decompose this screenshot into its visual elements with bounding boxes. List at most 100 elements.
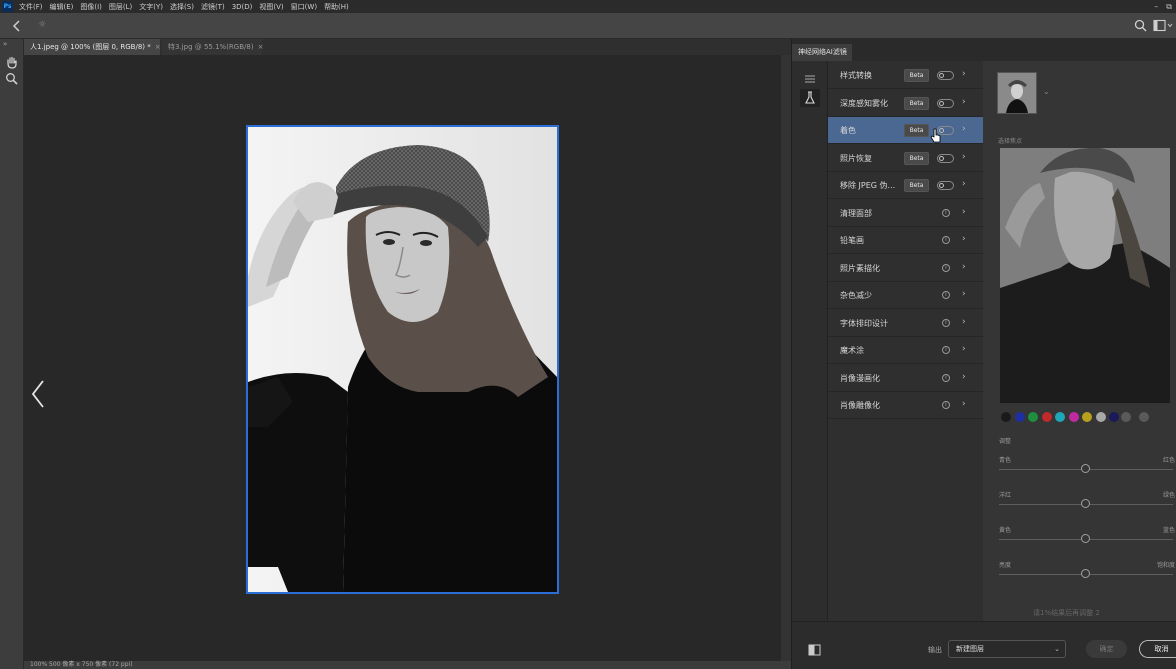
info-icon[interactable]: i — [942, 346, 950, 354]
chevron-left-icon[interactable] — [30, 379, 46, 409]
collapse-toolbar-icon[interactable]: » — [3, 40, 7, 48]
filter-toggle[interactable] — [937, 98, 954, 108]
workspace-icon[interactable] — [1153, 19, 1173, 32]
slider-thumb[interactable] — [1081, 499, 1090, 508]
filter-row[interactable]: 着色 Beta › — [828, 117, 983, 144]
slider-left-label: 青色 — [999, 457, 1012, 464]
document-image[interactable] — [246, 125, 559, 594]
info-icon[interactable]: i — [942, 263, 950, 272]
filter-row[interactable]: 铅笔画 i › — [828, 227, 983, 254]
chevron-right-icon[interactable]: › — [962, 399, 966, 409]
before-after-icon[interactable] — [808, 644, 821, 656]
info-icon[interactable]: i — [942, 291, 950, 299]
flask-icon[interactable] — [800, 89, 820, 107]
filter-row[interactable]: 肖像漫画化 i › — [828, 365, 983, 392]
chevron-right-icon[interactable]: › — [962, 97, 966, 107]
chevron-right-icon[interactable]: › — [962, 207, 966, 217]
slider-thumb[interactable] — [1081, 534, 1090, 543]
beta-badge: Beta — [904, 124, 929, 137]
info-icon[interactable]: i — [942, 401, 950, 409]
menu-view[interactable]: 视图(V) — [259, 2, 283, 12]
minimize-button[interactable]: – — [1154, 2, 1158, 11]
tab-document-2[interactable]: 特3.jpg @ 55.1%(RGB/8) × — [162, 39, 264, 55]
menu-type[interactable]: 文字(Y) — [139, 2, 163, 12]
cancel-button[interactable]: 取消 — [1139, 640, 1176, 658]
filter-name: 移除 JPEG 伪... — [840, 181, 896, 190]
menu-edit[interactable]: 编辑(E) — [50, 2, 74, 12]
info-icon[interactable]: i — [942, 318, 950, 327]
vertical-scrollbar[interactable] — [781, 55, 791, 661]
ok-button[interactable]: 确定 — [1086, 640, 1127, 658]
chevron-right-icon[interactable]: › — [962, 69, 966, 79]
toggle-knob — [939, 183, 944, 188]
chevron-right-icon[interactable]: › — [962, 234, 966, 244]
filter-row[interactable]: 清理面部 i › — [828, 200, 983, 227]
chevron-right-icon[interactable]: › — [962, 262, 966, 272]
slider-right-label: 红色 — [1162, 457, 1175, 464]
filter-row[interactable]: 杂色减少 i › — [828, 282, 983, 309]
photoshop-logo: Ps — [2, 1, 13, 12]
restore-button[interactable]: ⧉ — [1166, 2, 1172, 12]
chevron-right-icon[interactable]: › — [962, 317, 966, 327]
info-icon[interactable]: i — [942, 208, 950, 217]
filter-row[interactable]: 照片素描化 i › — [828, 255, 983, 282]
filter-row[interactable]: 照片恢复 Beta › — [828, 145, 983, 172]
filter-row[interactable]: 样式转换 Beta › — [828, 62, 983, 89]
filter-name: 照片素描化 — [840, 263, 880, 273]
toggle-knob — [939, 155, 944, 161]
tab-close-icon[interactable]: × — [155, 43, 161, 51]
filter-toggle[interactable] — [937, 153, 954, 163]
filter-row[interactable]: 字体排印设计 i › — [828, 310, 983, 337]
info-icon[interactable]: i — [942, 236, 950, 244]
filter-row[interactable]: 魔术涂 i › — [828, 337, 983, 364]
chevron-right-icon[interactable]: › — [962, 179, 966, 189]
tab-label: 特3.jpg @ 55.1%(RGB/8) — [168, 43, 254, 51]
slider-right-label: 绿色 — [1162, 492, 1175, 499]
filter-row[interactable]: 肖像雕像化 i › — [828, 392, 983, 419]
tools-panel: » — [0, 39, 24, 669]
chevron-right-icon[interactable]: › — [962, 289, 966, 299]
filter-toggle[interactable] — [937, 181, 954, 190]
filter-row[interactable]: 移除 JPEG 伪... Beta › — [828, 172, 983, 199]
tab-close-icon[interactable]: × — [258, 43, 264, 51]
menu-3d[interactable]: 3D(D) — [232, 3, 253, 11]
back-icon[interactable] — [10, 19, 24, 33]
filter-toggle[interactable] — [937, 71, 954, 80]
chevron-right-icon[interactable]: › — [962, 152, 966, 162]
chevron-right-icon[interactable]: › — [962, 344, 966, 354]
slider-thumb[interactable] — [1081, 464, 1090, 473]
tab-document-1[interactable]: 人1.jpeg @ 100% (图层 0, RGB/8) * × — [24, 39, 161, 55]
menu-file[interactable]: 文件(F) — [19, 2, 43, 12]
panel-tab-bar: 神经网络AI滤镜 — [792, 39, 1176, 61]
adjustment-sliders: 青色 红色 洋红 绿色 黄色 蓝色 亮度 饱和度 — [983, 61, 1176, 621]
menu-layer[interactable]: 图层(L) — [109, 2, 132, 12]
beta-badge: Beta — [904, 69, 929, 82]
filters-list-icon[interactable] — [803, 73, 817, 85]
hand-tool-icon[interactable] — [5, 56, 19, 69]
filter-name: 照片恢复 — [840, 153, 872, 163]
menu-image[interactable]: 图像(I) — [80, 2, 102, 12]
chevron-right-icon[interactable]: › — [962, 124, 966, 134]
menu-help[interactable]: 帮助(H) — [324, 2, 349, 12]
slider-left-label: 黄色 — [999, 527, 1012, 534]
info-icon[interactable]: i — [942, 373, 950, 382]
filter-row[interactable]: 深度感知雾化 Beta › — [828, 90, 983, 117]
chevron-right-icon[interactable]: › — [962, 372, 966, 382]
slider-thumb[interactable] — [1081, 569, 1090, 578]
panel-footer: 输出 新建图层 ⌄ 确定 取消 — [792, 621, 1176, 669]
beta-badge: Beta — [904, 179, 929, 192]
menu-window[interactable]: 窗口(W) — [291, 2, 317, 12]
search-icon[interactable] — [1134, 19, 1147, 32]
status-bar: 100% 500 像素 x 750 像素 (72 ppi) — [24, 661, 791, 669]
tool-preset-icon[interactable]: ☼ — [38, 20, 46, 30]
hint-text: 请1%结果后再调整 2 — [1033, 609, 1100, 617]
output-select[interactable]: 新建图层 ⌄ — [948, 640, 1066, 658]
filter-name: 深度感知雾化 — [840, 98, 888, 108]
zoom-tool-icon[interactable] — [5, 72, 18, 85]
mouse-cursor-icon — [930, 128, 941, 143]
slider-left-label: 洋红 — [999, 492, 1012, 499]
toggle-knob — [939, 100, 944, 106]
menu-select[interactable]: 选择(S) — [170, 2, 194, 12]
beta-badge: Beta — [904, 96, 929, 110]
menu-filter[interactable]: 滤镜(T) — [201, 2, 225, 12]
